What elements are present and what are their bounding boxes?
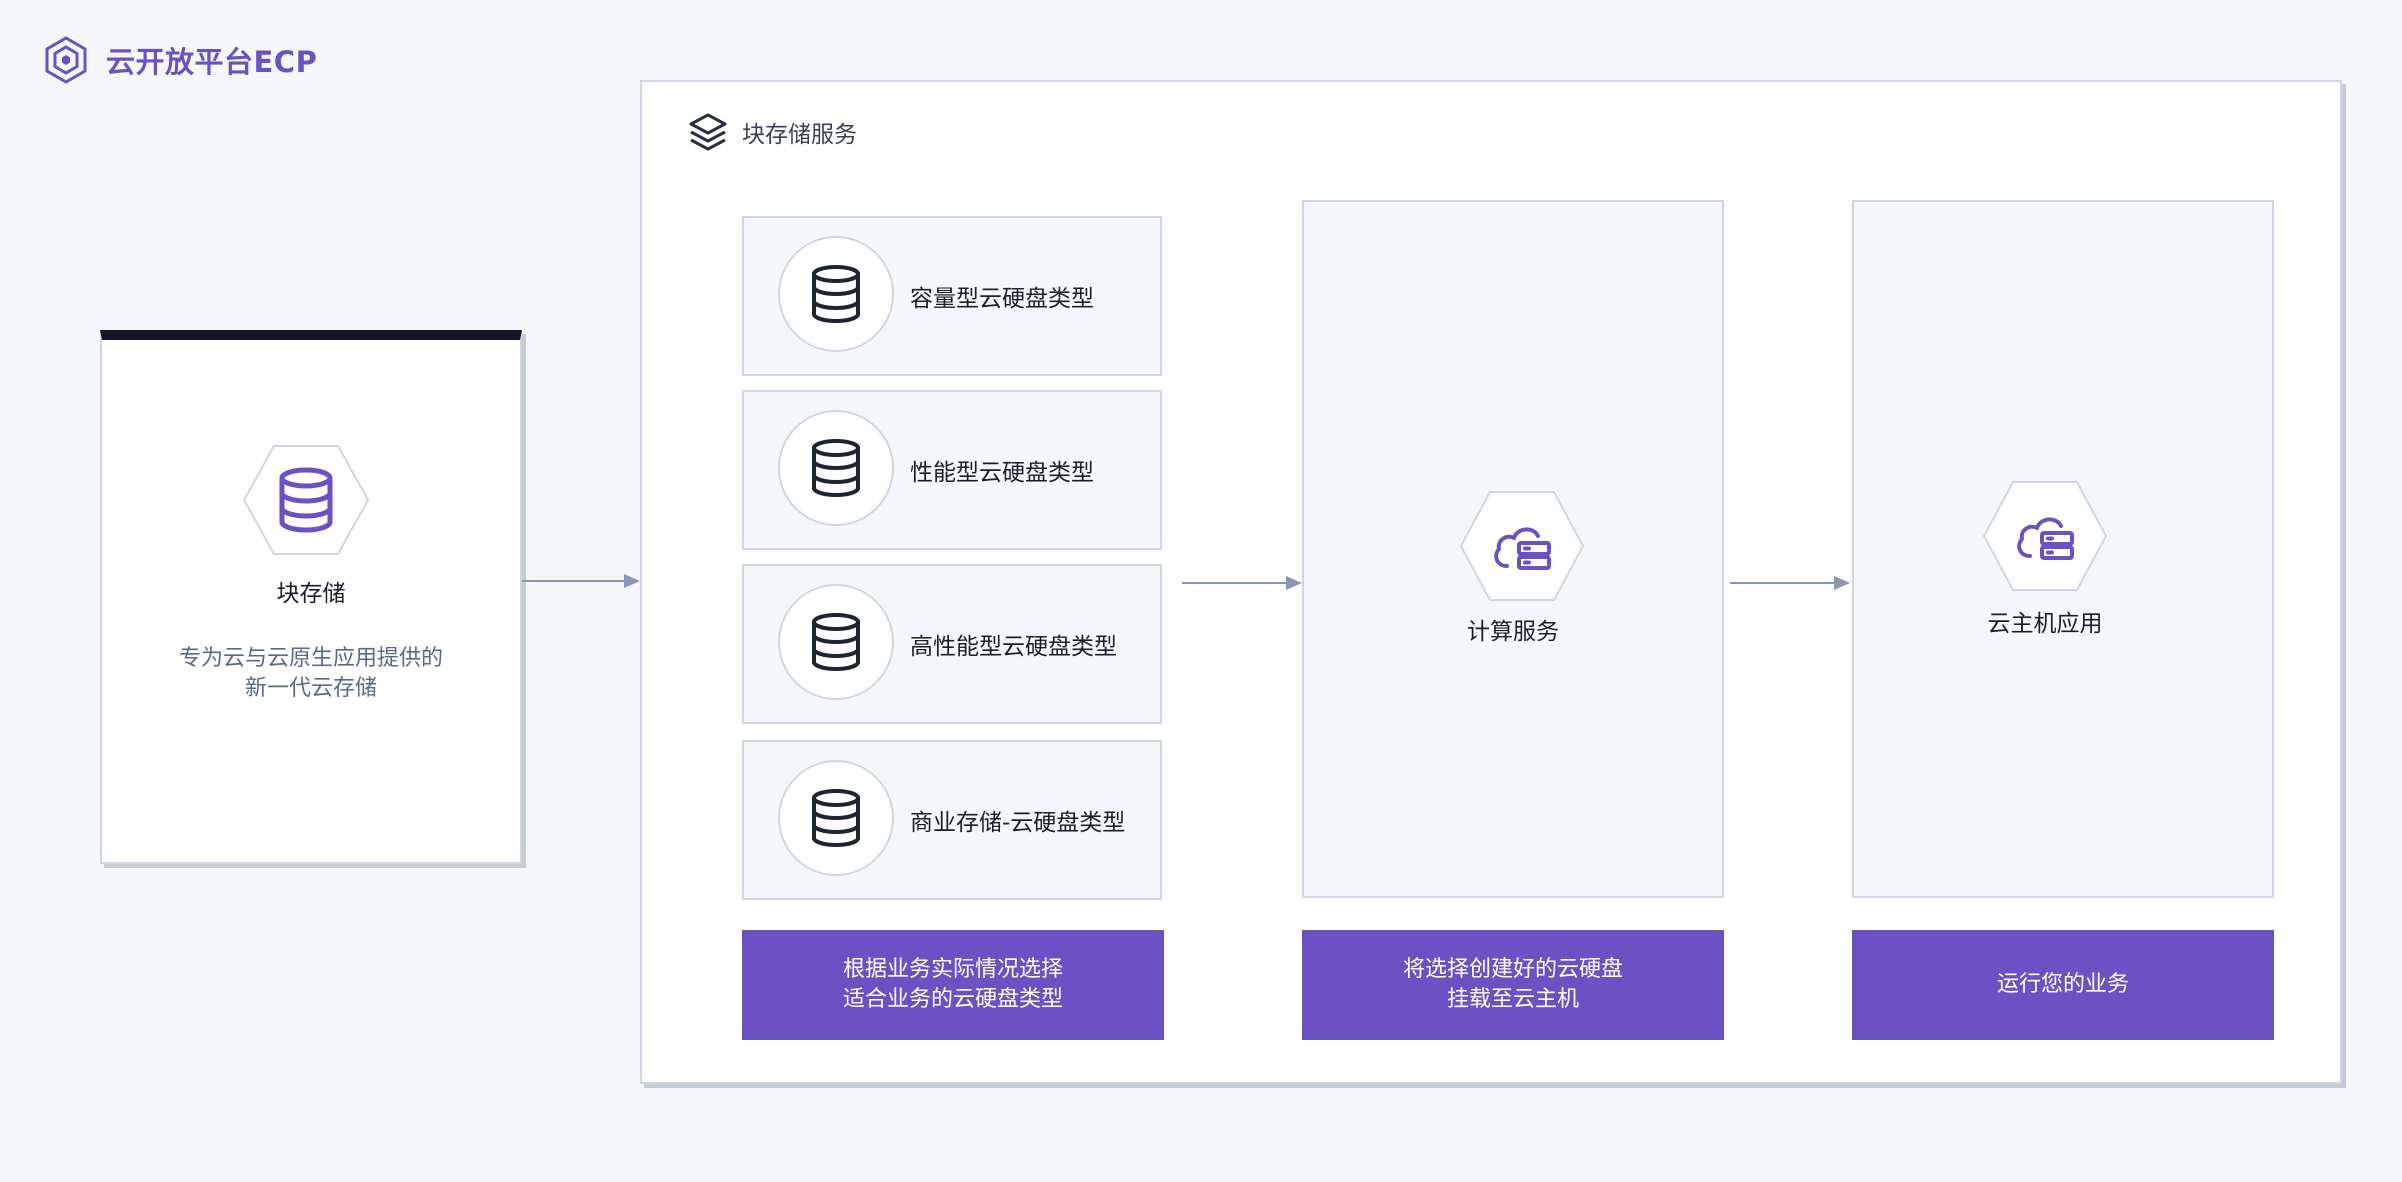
database-icon [812, 789, 860, 847]
disk-icon-circle [778, 236, 894, 352]
step-line-2: 适合业务的云硬盘类型 [842, 987, 1063, 1012]
disk-type-capacity: 容量型云硬盘类型 [742, 216, 1162, 376]
hexagon-badge [1459, 491, 1585, 601]
arrow-to-host [1730, 576, 1850, 590]
step-attach-disk: 将选择创建好的云硬盘 挂载至云主机 [1302, 930, 1724, 1040]
step-select-disk: 根据业务实际情况选择 适合业务的云硬盘类型 [742, 930, 1164, 1040]
arrow-to-compute [1182, 576, 1302, 590]
disk-type-commercial: 商业存储-云硬盘类型 [742, 740, 1162, 900]
panel-header: 块存储服务 [688, 112, 857, 152]
compute-service-box: 计算服务 [1302, 200, 1724, 898]
step-line-1: 根据业务实际情况选择 [842, 957, 1063, 982]
brand: 云开放平台ECP [40, 34, 317, 86]
disk-icon-circle [778, 584, 894, 700]
panel-title: 块存储服务 [742, 122, 857, 148]
block-storage-service-panel: 块存储服务 容量型云硬盘类型 性能型云硬盘类型 高性能型云硬盘类型 商业存储-云… [640, 80, 2342, 1084]
database-icon [812, 439, 860, 497]
step-line-2: 挂载至云主机 [1446, 987, 1579, 1012]
hexagon-badge [242, 445, 370, 555]
step-line-1: 运行您的业务 [1996, 972, 2129, 997]
cloud-host-label: 云主机应用 [1987, 611, 2103, 637]
arrow-to-panel [522, 574, 640, 588]
hexagon-badge [1982, 481, 2108, 591]
database-icon [812, 613, 860, 671]
brand-title: 云开放平台ECP [106, 45, 318, 79]
disk-icon-circle [778, 410, 894, 526]
compute-service-label: 计算服务 [1467, 619, 1559, 645]
cloud-host-box: 云主机应用 [1852, 200, 2274, 898]
block-storage-description: 专为云与云原生应用提供的 新一代云存储 [102, 644, 520, 704]
step-line-1: 将选择创建好的云硬盘 [1402, 957, 1623, 982]
step-run-business: 运行您的业务 [1852, 930, 2274, 1040]
block-storage-title: 块存储 [276, 581, 346, 607]
disk-type-label: 性能型云硬盘类型 [910, 460, 1094, 486]
disk-type-performance: 性能型云硬盘类型 [742, 390, 1162, 550]
disk-type-label: 容量型云硬盘类型 [910, 286, 1094, 312]
database-icon [812, 265, 860, 323]
disk-type-label: 商业存储-云硬盘类型 [910, 810, 1126, 836]
disk-icon-circle [778, 760, 894, 876]
description-line-2: 新一代云存储 [244, 676, 377, 701]
disk-type-label: 高性能型云硬盘类型 [910, 634, 1117, 660]
hexagon-logo-icon [45, 36, 87, 84]
layers-icon [689, 113, 727, 151]
description-line-1: 专为云与云原生应用提供的 [178, 646, 443, 671]
disk-type-high-performance: 高性能型云硬盘类型 [742, 564, 1162, 724]
block-storage-card: 块存储 专为云与云原生应用提供的 新一代云存储 [100, 330, 522, 864]
